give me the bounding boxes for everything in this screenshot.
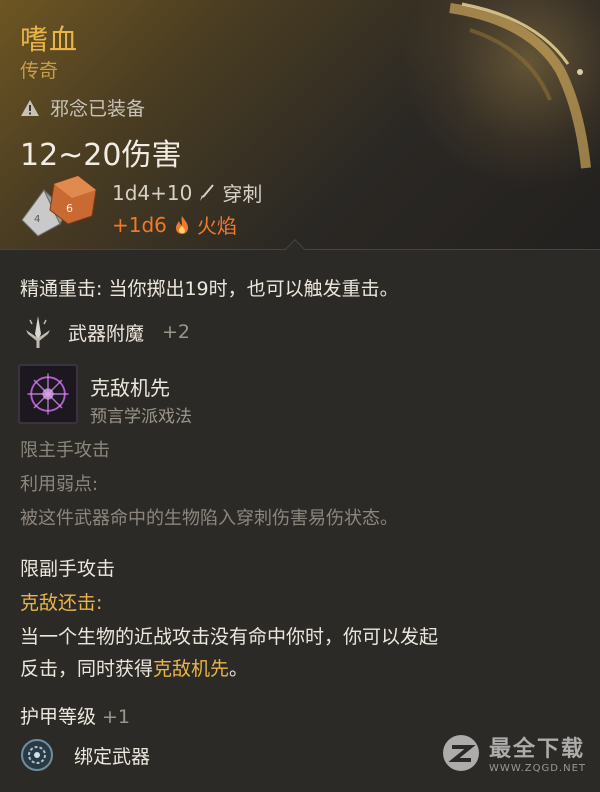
svg-text:4: 4 <box>34 214 40 225</box>
spell-icon <box>18 364 78 424</box>
fire-type: 火焰 <box>196 214 237 238</box>
piercing-icon <box>200 183 215 201</box>
mainhand-only-text: 限主手攻击 <box>20 440 110 461</box>
svg-text:6: 6 <box>66 202 73 215</box>
enchant-label: 武器附魔 <box>68 322 145 345</box>
watermark-logo-icon <box>443 734 480 771</box>
armor-class-label: 护甲等级 <box>20 706 97 728</box>
crit-text: 精通重击: 当你掷出19时，也可以触发重击。 <box>20 278 399 300</box>
exploit-label: 利用弱点: <box>20 474 99 495</box>
armor-class-row: 护甲等级 +1 <box>20 702 130 729</box>
armor-class-value: +1 <box>102 706 131 728</box>
spell-school: 预言学派戏法 <box>90 407 192 427</box>
damage-line-piercing: 1d4+10 穿刺 <box>112 178 262 207</box>
sword-enchant-icon <box>26 316 50 348</box>
site-watermark: 最全下载 WWW.ZQGD.NET <box>441 731 586 774</box>
damage-range: 12~20伤害 <box>20 138 182 173</box>
fire-dice: +1d6 <box>112 212 167 237</box>
damage-line-fire: +1d6 火焰 <box>112 210 237 239</box>
exploit-description: 被这件武器命中的生物陷入穿刺伤害易伤状态。 <box>20 508 398 529</box>
warning-row: 邪念已装备 <box>20 94 145 121</box>
warning-icon <box>21 99 39 116</box>
riposte-line-1: 当一个生物的近战攻击没有命中你时，你可以发起 <box>20 626 439 648</box>
true-strike-icon <box>27 373 69 415</box>
piercing-type: 穿刺 <box>222 182 263 206</box>
riposte-line-2: 反击，同时获得克敌机先。 <box>20 654 248 681</box>
tooltip-body: 精通重击: 当你掷出19时，也可以触发重击。 武器附魔 +2 克敌机先 预言学派… <box>0 252 600 792</box>
item-title: 嗜血 <box>20 23 79 56</box>
enchant-row: 武器附魔 +2 <box>20 314 190 350</box>
dice-icon: 4 6 <box>21 175 97 237</box>
tooltip-header: 嗜血 传奇 邪念已装备 12~20伤害 4 6 1d4+10 穿刺 +1d6 火… <box>0 0 600 250</box>
warning-text: 邪念已装备 <box>50 98 146 120</box>
item-rarity: 传奇 <box>20 60 59 82</box>
bind-weapon-icon <box>21 739 53 771</box>
bind-weapon-label: 绑定武器 <box>74 745 151 768</box>
piercing-dice: 1d4+10 <box>112 180 193 205</box>
riposte-label: 克敌还击: <box>20 592 103 614</box>
riposte-line-2-end: 。 <box>229 658 249 680</box>
offhand-only-text: 限副手攻击 <box>20 558 116 580</box>
bind-weapon-row: 绑定武器 <box>18 736 150 774</box>
riposte-spell-link[interactable]: 克敌机先 <box>153 658 229 680</box>
watermark-main: 最全下载 <box>489 737 586 762</box>
spell-name: 克敌机先 <box>90 376 170 400</box>
enchant-value: +2 <box>162 321 191 343</box>
fire-icon <box>175 215 188 234</box>
weapon-art-icon <box>449 2 591 169</box>
riposte-line-2-start: 反击，同时获得 <box>20 658 154 680</box>
watermark-sub: WWW.ZQGD.NET <box>489 763 586 774</box>
